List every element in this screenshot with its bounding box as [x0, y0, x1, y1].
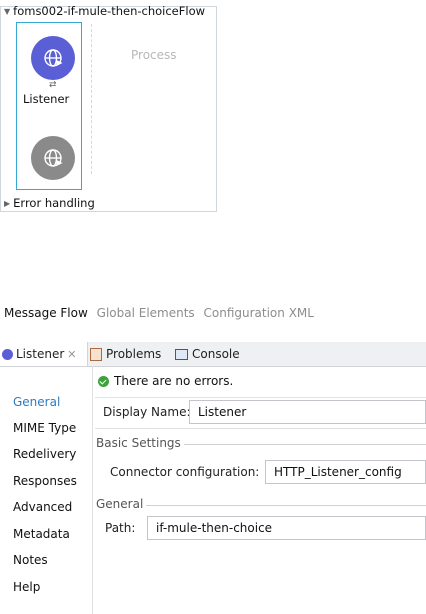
expand-triangle-icon[interactable]: ▶ [4, 199, 10, 208]
nav-notes[interactable]: Notes [13, 553, 48, 567]
tab-console-label: Console [192, 347, 240, 361]
nav-general[interactable]: General [13, 395, 60, 409]
nav-advanced[interactable]: Advanced [13, 500, 72, 514]
tab-listener[interactable]: Listener ✕ [0, 342, 88, 366]
general-group-title: General [96, 497, 147, 511]
tab-global-elements[interactable]: Global Elements [97, 306, 195, 320]
display-name-label: Display Name: [103, 405, 191, 419]
tab-problems-label: Problems [106, 347, 162, 361]
error-handling-text: Error handling [13, 196, 95, 210]
nav-redelivery[interactable]: Redelivery [13, 447, 76, 461]
console-icon [175, 348, 188, 360]
basic-settings-title: Basic Settings [96, 436, 184, 450]
display-name-field[interactable]: Listener [189, 400, 426, 424]
nav-responses[interactable]: Responses [13, 474, 77, 488]
response-globe-icon[interactable] [31, 136, 75, 180]
flow-title[interactable]: ▼ foms002-if-mule-then-choiceFlow [4, 4, 205, 18]
close-icon[interactable]: ✕ [67, 348, 76, 361]
tab-listener-label: Listener [16, 347, 65, 361]
tab-message-flow[interactable]: Message Flow [4, 306, 88, 320]
properties-nav: General MIME Type Redelivery Responses A… [0, 366, 92, 614]
flow-title-text: foms002-if-mule-then-choiceFlow [13, 4, 206, 18]
nav-help[interactable]: Help [13, 580, 40, 594]
listener-globe-icon[interactable] [31, 36, 75, 80]
connector-config-field[interactable]: HTTP_Listener_config [265, 460, 426, 484]
error-handling-toggle[interactable]: ▶ Error handling [4, 196, 95, 210]
editor-tabs: Message Flow Global Elements Configurati… [4, 306, 319, 320]
status-text: There are no errors. [114, 374, 234, 388]
listener-label: Listener [23, 92, 70, 106]
source-process-divider [91, 24, 92, 174]
tab-console[interactable]: Console [175, 342, 240, 366]
tab-configuration-xml[interactable]: Configuration XML [204, 306, 314, 320]
connector-config-label: Connector configuration: [110, 465, 260, 479]
path-field[interactable]: if-mule-then-choice [147, 516, 426, 540]
check-circle-icon [98, 375, 109, 387]
tab-problems[interactable]: Problems [90, 342, 161, 366]
nav-metadata[interactable]: Metadata [13, 527, 70, 541]
listener-tab-icon [2, 348, 13, 360]
nav-mime-type[interactable]: MIME Type [13, 421, 76, 435]
source-arrow-icon: ⇄ [49, 80, 57, 90]
process-label: Process [131, 48, 177, 62]
problems-icon [90, 347, 102, 361]
collapse-triangle-icon[interactable]: ▼ [4, 7, 10, 16]
status-message: There are no errors. [98, 374, 233, 388]
path-label: Path: [105, 521, 136, 535]
